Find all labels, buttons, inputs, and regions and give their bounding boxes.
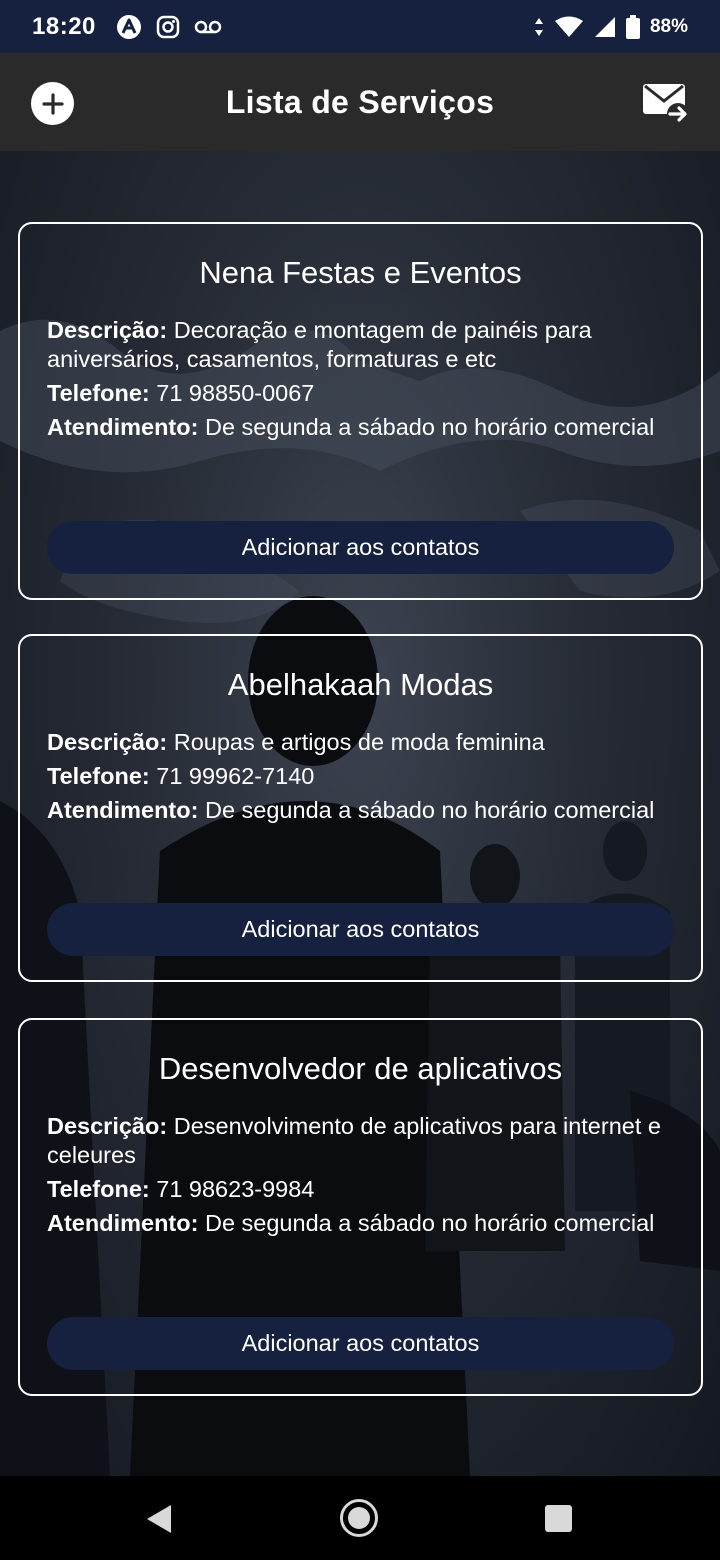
service-card: Abelhakaah Modas Descrição: Roupas e art…	[18, 634, 703, 982]
mail-forward-icon	[643, 84, 689, 125]
add-icon	[41, 92, 64, 115]
add-to-contacts-button[interactable]: Adicionar aos contatos	[47, 1317, 674, 1370]
service-name: Desenvolvedor de aplicativos	[158, 1051, 563, 1086]
service-hours: Atendimento: De segunda a sábado no horá…	[47, 796, 674, 825]
service-name: Abelhakaah Modas	[227, 667, 494, 702]
phone-label: Telefone:	[47, 1176, 150, 1202]
hours-label: Atendimento:	[47, 1210, 199, 1236]
data-arrows-icon	[534, 17, 543, 36]
phone-label: Telefone:	[47, 763, 150, 789]
page-title: Lista de Serviços	[225, 83, 495, 120]
home-icon[interactable]	[339, 1498, 379, 1538]
service-phone: Telefone: 71 98850-0067	[47, 379, 674, 408]
system-nav-bar	[0, 1476, 720, 1560]
voicemail-icon	[194, 20, 222, 33]
battery-icon	[625, 14, 640, 39]
service-card: Nena Festas e Eventos Descrição: Decoraç…	[18, 222, 703, 600]
instagram-icon	[156, 15, 180, 38]
wifi-icon	[554, 16, 583, 37]
status-time: 18:20	[32, 12, 96, 40]
phone-value: 71 98850-0067	[156, 380, 315, 406]
description-label: Descrição:	[47, 1113, 168, 1139]
app-bar: Lista de Serviços	[0, 53, 720, 151]
service-description: Descrição: Roupas e artigos de moda femi…	[47, 728, 674, 757]
phone-label: Telefone:	[47, 380, 150, 406]
service-phone: Telefone: 71 98623-9984	[47, 1175, 674, 1204]
description-label: Descrição:	[47, 729, 168, 755]
add-service-button[interactable]	[31, 82, 74, 125]
signal-icon	[594, 16, 615, 37]
service-name: Nena Festas e Eventos	[199, 255, 522, 290]
service-list[interactable]: Nena Festas e Eventos Descrição: Decoraç…	[0, 151, 720, 1476]
recents-icon[interactable]	[545, 1505, 572, 1532]
service-description: Descrição: Decoração e montagem de painé…	[47, 316, 674, 374]
hours-value: De segunda a sábado no horário comercial	[204, 414, 655, 440]
hours-label: Atendimento:	[47, 797, 199, 823]
hours-value: De segunda a sábado no horário comercial	[204, 797, 655, 823]
back-icon[interactable]	[146, 1504, 172, 1534]
service-card: Desenvolvedor de aplicativos Descrição: …	[18, 1018, 703, 1396]
app-a-icon	[116, 14, 141, 39]
battery-percent: 88%	[649, 15, 688, 37]
service-description: Descrição: Desenvolvimento de aplicativo…	[47, 1112, 674, 1170]
add-to-contacts-button[interactable]: Adicionar aos contatos	[47, 903, 674, 956]
system-status-icons: 88%	[534, 14, 688, 39]
service-phone: Telefone: 71 99962-7140	[47, 762, 674, 791]
mail-forward-button[interactable]	[642, 81, 690, 125]
status-bar: 18:20 88%	[0, 0, 720, 53]
notification-icons	[116, 14, 222, 40]
phone-value: 71 99962-7140	[156, 763, 315, 789]
service-hours: Atendimento: De segunda a sábado no horá…	[47, 1209, 674, 1238]
phone-value: 71 98623-9984	[156, 1176, 315, 1202]
hours-label: Atendimento:	[47, 414, 199, 440]
description-value: Roupas e artigos de moda feminina	[173, 729, 545, 755]
hours-value: De segunda a sábado no horário comercial	[204, 1210, 655, 1236]
add-to-contacts-button[interactable]: Adicionar aos contatos	[47, 521, 674, 574]
service-hours: Atendimento: De segunda a sábado no horá…	[47, 413, 674, 442]
description-label: Descrição:	[47, 317, 168, 343]
